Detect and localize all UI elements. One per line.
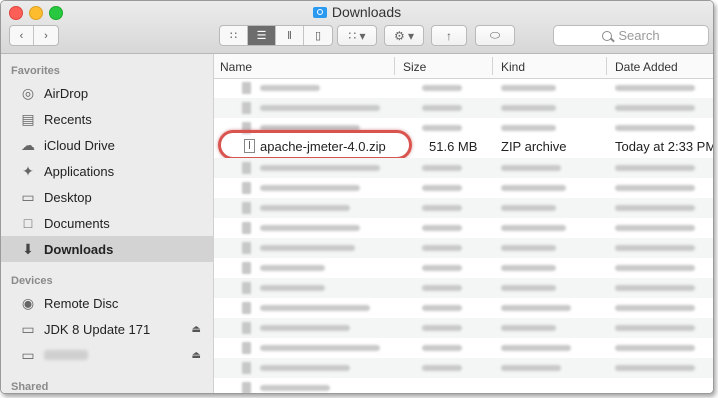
sidebar-item-documents[interactable]: □ Documents bbox=[1, 210, 213, 236]
sidebar-item-desktop[interactable]: ▭ Desktop bbox=[1, 184, 213, 210]
sidebar-item-airdrop[interactable]: ◎ AirDrop bbox=[1, 80, 213, 106]
documents-icon: □ bbox=[23, 215, 33, 231]
eject-icon[interactable]: ⏏ bbox=[192, 324, 201, 335]
column-name[interactable]: Name bbox=[220, 60, 252, 74]
sidebar-item-icloud-drive[interactable]: ☁ iCloud Drive bbox=[1, 132, 213, 158]
sidebar-item-applications[interactable]: ✦ Applications bbox=[1, 158, 213, 184]
highlight-oval bbox=[218, 130, 412, 160]
sidebar-item-downloads[interactable]: ⬇ Downloads bbox=[1, 236, 213, 262]
desktop-icon: ▭ bbox=[21, 188, 35, 205]
table-row[interactable] bbox=[214, 378, 713, 393]
column-view-button[interactable]: ‖ bbox=[276, 26, 304, 45]
eject-icon[interactable]: ⏏ bbox=[192, 350, 201, 361]
drive-icon: ▭ bbox=[21, 320, 35, 337]
shared-header: Shared bbox=[11, 381, 49, 393]
file-list: Name Size Kind Date Added apache-jmeter-… bbox=[214, 54, 713, 393]
forward-button[interactable]: › bbox=[34, 26, 58, 45]
downloads-icon: ⬇ bbox=[22, 240, 34, 257]
disc-icon: ◉ bbox=[21, 294, 35, 311]
table-row[interactable] bbox=[214, 338, 713, 358]
devices-header: Devices bbox=[11, 275, 53, 287]
favorites-header: Favorites bbox=[11, 65, 60, 77]
share-button[interactable]: ↑ bbox=[431, 25, 467, 46]
gear-icon: ⚙ ▾ bbox=[393, 28, 415, 43]
file-kind: ZIP archive bbox=[501, 139, 567, 154]
icon-view-button[interactable]: ∷ bbox=[220, 26, 248, 45]
sidebar-item-blurred-volume[interactable]: ▭ ⏏ bbox=[1, 342, 213, 368]
sidebar-item-recents[interactable]: ▤ Recents bbox=[1, 106, 213, 132]
file-size: 51.6 MB bbox=[429, 139, 478, 154]
tag-icon: ⬭ bbox=[489, 28, 501, 42]
table-row[interactable] bbox=[214, 278, 713, 298]
table-row[interactable] bbox=[214, 298, 713, 318]
title-bar: Downloads ‹ › ∷ ☰ ‖ ▯ ∷ ▾ ⚙ ▾ ↑ ⬭ Search bbox=[1, 1, 713, 54]
tags-button[interactable]: ⬭ bbox=[475, 25, 515, 46]
gallery-view-button[interactable]: ▯ bbox=[304, 26, 332, 45]
grid-icon: ∷ ▾ bbox=[348, 28, 366, 43]
table-row[interactable] bbox=[214, 178, 713, 198]
downloads-folder-icon bbox=[312, 7, 327, 18]
sidebar-item-jdk-volume[interactable]: ▭ JDK 8 Update 171 ⏏ bbox=[1, 316, 213, 342]
table-row[interactable] bbox=[214, 358, 713, 378]
window-title: Downloads bbox=[1, 4, 713, 20]
search-field[interactable]: Search bbox=[553, 25, 709, 46]
sidebar-item-remote-disc[interactable]: ◉ Remote Disc bbox=[1, 290, 213, 316]
share-icon: ↑ bbox=[446, 28, 452, 43]
group-by-button[interactable]: ∷ ▾ bbox=[337, 25, 377, 46]
back-forward-control: ‹ › bbox=[9, 25, 59, 46]
drive-icon: ▭ bbox=[21, 346, 35, 363]
blurred-volume-name bbox=[44, 350, 88, 360]
table-row[interactable] bbox=[214, 158, 713, 178]
applications-icon: ✦ bbox=[22, 162, 34, 179]
column-size[interactable]: Size bbox=[403, 60, 426, 74]
table-row[interactable] bbox=[214, 318, 713, 338]
finder-window: Downloads ‹ › ∷ ☰ ‖ ▯ ∷ ▾ ⚙ ▾ ↑ ⬭ Search… bbox=[0, 0, 714, 394]
search-icon bbox=[602, 30, 613, 41]
back-button[interactable]: ‹ bbox=[10, 26, 34, 45]
table-row[interactable] bbox=[214, 78, 713, 98]
sidebar: Favorites ◎ AirDrop ▤ Recents ☁ iCloud Driv… bbox=[1, 54, 214, 393]
view-mode-control: ∷ ☰ ‖ ▯ bbox=[219, 25, 333, 46]
list-view-button[interactable]: ☰ bbox=[248, 26, 276, 45]
table-row[interactable] bbox=[214, 218, 713, 238]
table-row[interactable] bbox=[214, 258, 713, 278]
column-header: Name Size Kind Date Added bbox=[214, 54, 713, 79]
file-date: Today at 2:33 PM bbox=[615, 139, 714, 154]
action-button[interactable]: ⚙ ▾ bbox=[384, 25, 424, 46]
table-row[interactable] bbox=[214, 198, 713, 218]
icloud-icon: ☁ bbox=[21, 136, 35, 153]
table-row[interactable] bbox=[214, 238, 713, 258]
recents-icon: ▤ bbox=[21, 110, 35, 127]
column-date-added[interactable]: Date Added bbox=[615, 60, 678, 74]
column-kind[interactable]: Kind bbox=[501, 60, 525, 74]
airdrop-icon: ◎ bbox=[21, 84, 35, 101]
table-row[interactable] bbox=[214, 98, 713, 118]
